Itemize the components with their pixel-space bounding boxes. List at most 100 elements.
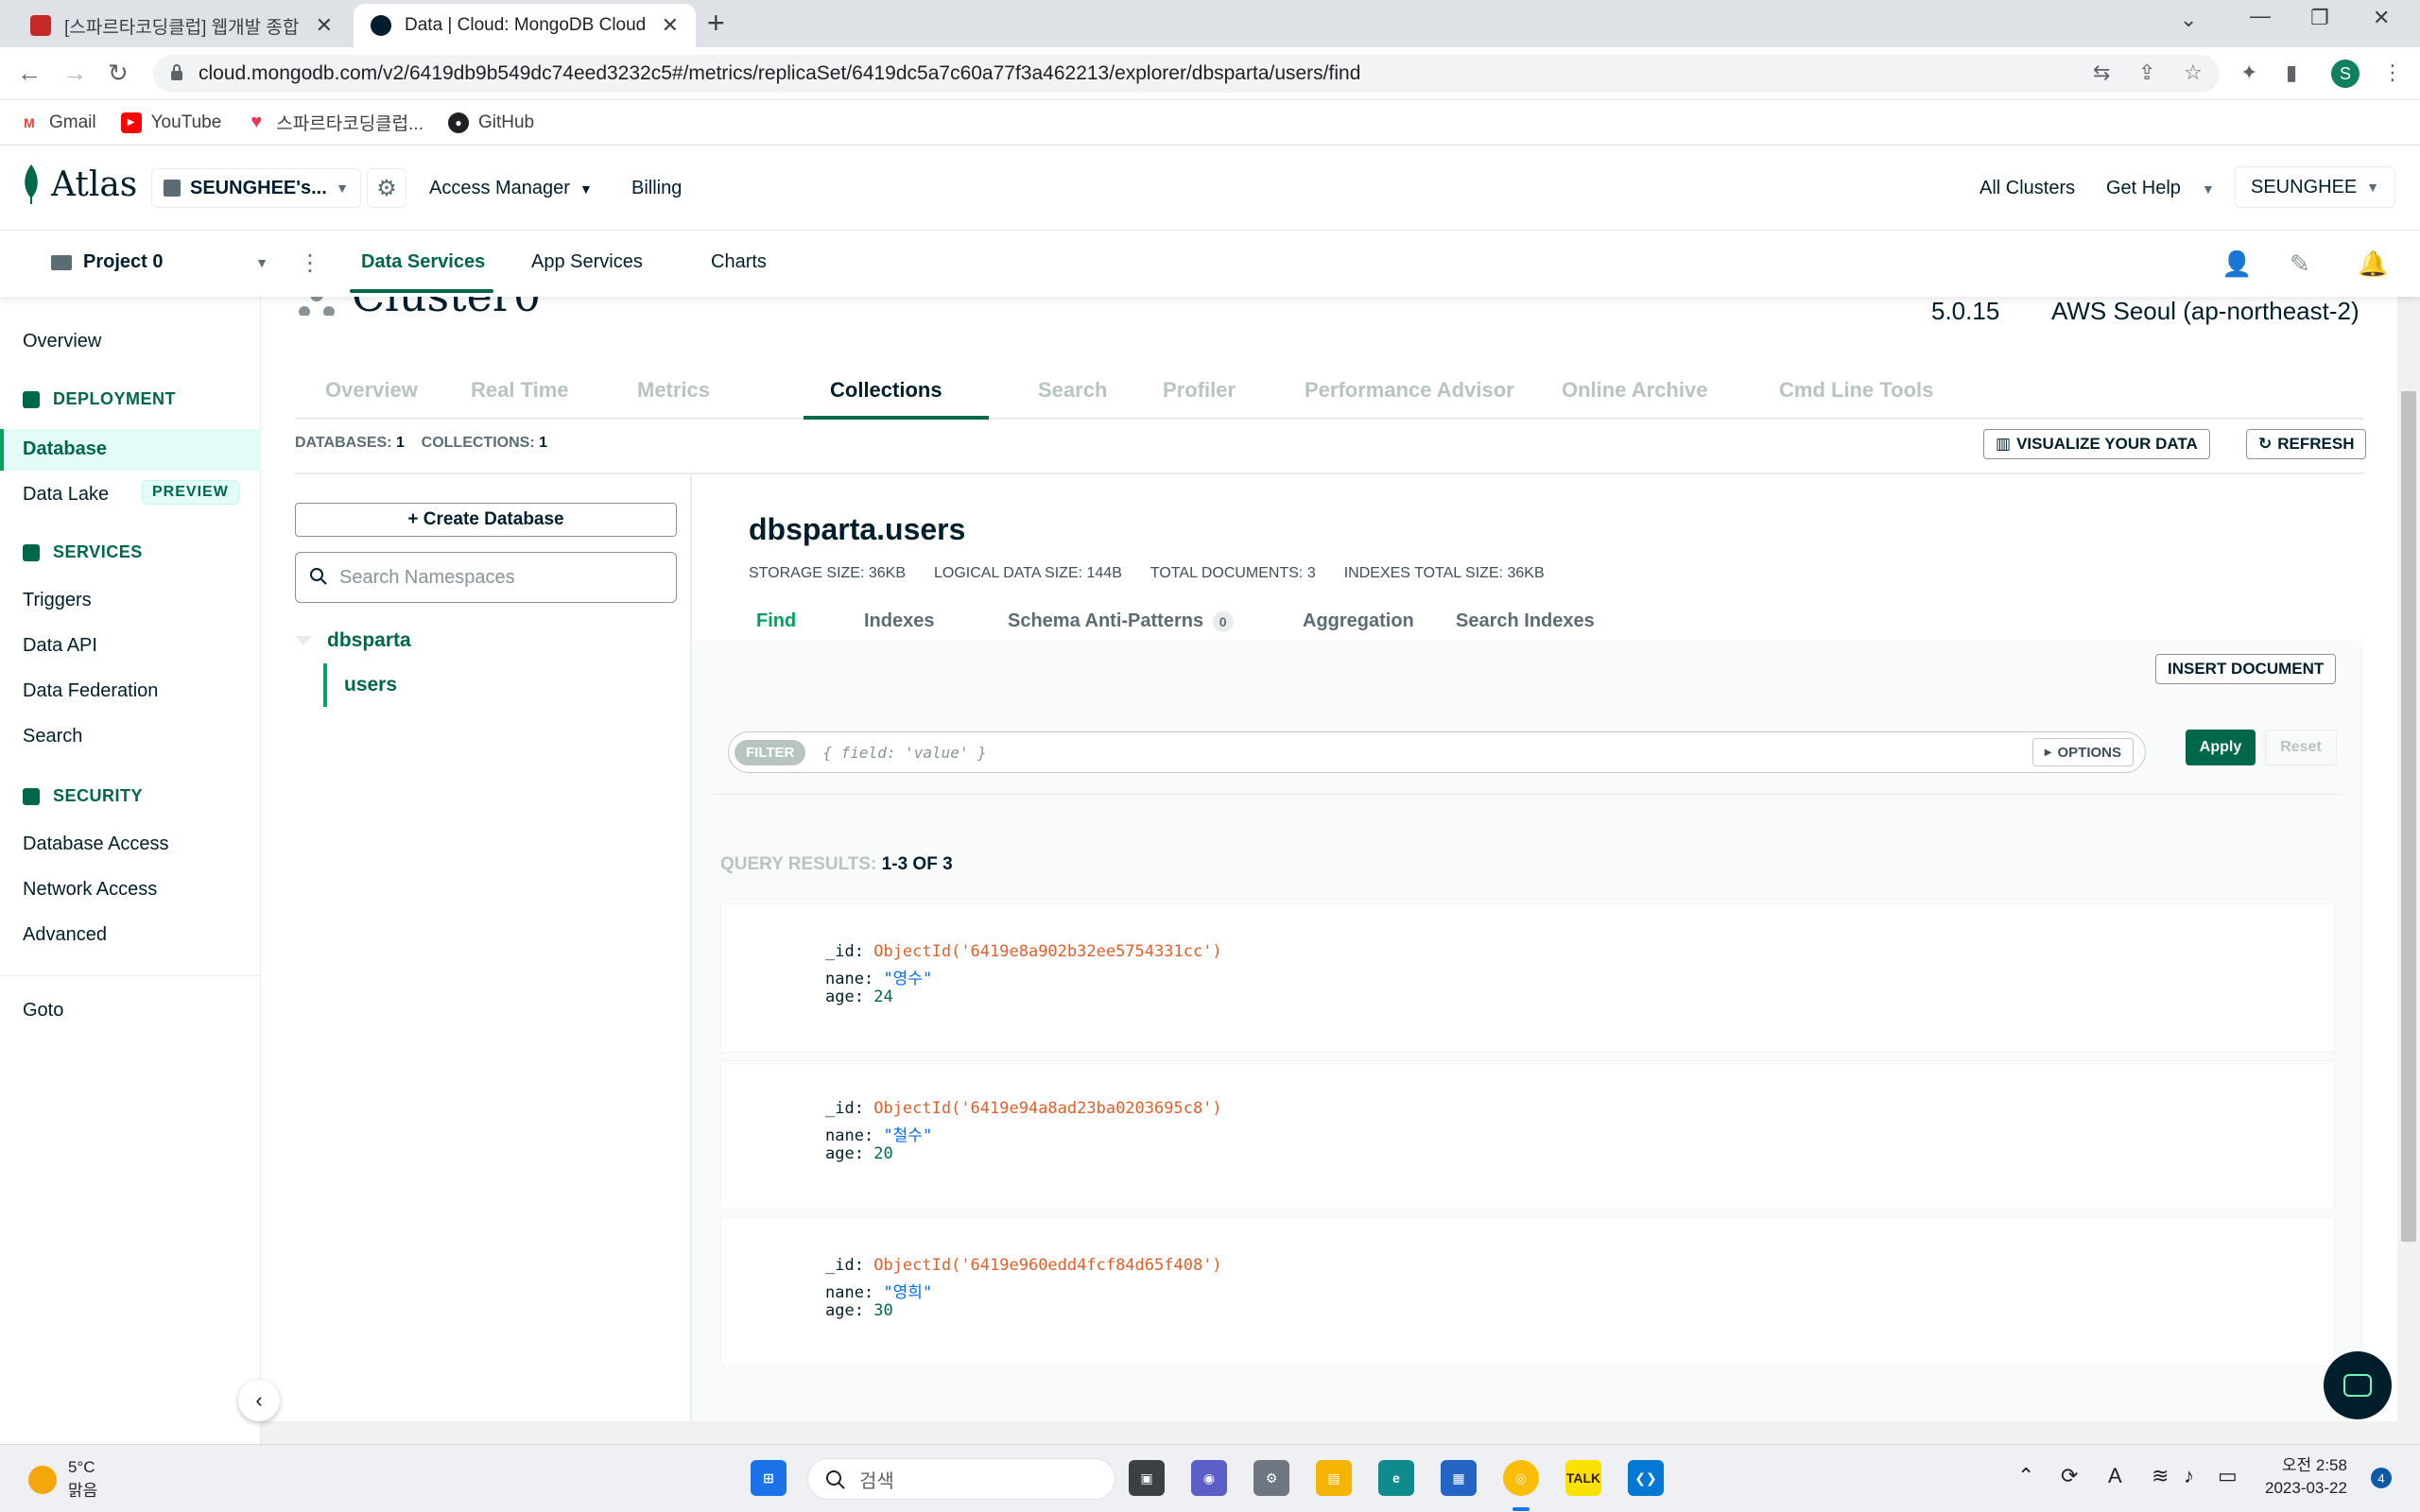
edge-browser-icon[interactable]: e (1378, 1460, 1414, 1496)
options-button[interactable]: ▶ OPTIONS (2031, 738, 2134, 766)
bookmark-gmail[interactable]: M Gmail (19, 112, 95, 133)
nav-app-services[interactable]: App Services (531, 251, 643, 273)
tab-schema-anti-patterns[interactable]: Schema Anti-Patterns 0 (1008, 610, 1234, 632)
activity-feed-icon[interactable]: ✎ (2290, 249, 2310, 279)
tab-search-indexes[interactable]: Search Indexes (1456, 610, 1595, 632)
sidebar-item-database[interactable]: Database (23, 438, 107, 460)
notification-badge[interactable]: 4 (2371, 1468, 2392, 1488)
document-card[interactable]: _id: ObjectId('6419e94a8ad23ba0203695c8'… (720, 1060, 2335, 1210)
wifi-icon[interactable]: ≋ (2152, 1464, 2169, 1488)
sidebar-item-database-access[interactable]: Database Access (23, 833, 169, 855)
address-bar[interactable]: cloud.mongodb.com/v2/6419db9b549dc74eed3… (153, 55, 2220, 93)
create-database-button[interactable]: + Create Database (295, 503, 677, 537)
minimize-icon[interactable]: — (2250, 4, 2271, 28)
settings-gear-icon[interactable]: ⚙ (1253, 1460, 1289, 1496)
tab-profiler[interactable]: Profiler (1163, 378, 1236, 403)
horizontal-scrollbar[interactable] (261, 1421, 2397, 1444)
tab-find[interactable]: Find (756, 610, 796, 632)
tab-performance-advisor[interactable]: Performance Advisor (1305, 378, 1514, 403)
user-menu[interactable]: SEUNGHEE ▼ (2235, 166, 2395, 208)
tab-online-archive[interactable]: Online Archive (1562, 378, 1707, 403)
sidebar-item-overview[interactable]: Overview (23, 331, 101, 352)
kakaotalk-icon[interactable]: TALK (1565, 1460, 1601, 1496)
file-explorer-icon[interactable]: ▤ (1316, 1460, 1352, 1496)
database-node-dbsparta[interactable]: dbsparta (295, 629, 411, 652)
reload-icon[interactable]: ↻ (108, 59, 129, 88)
nav-charts[interactable]: Charts (711, 251, 767, 273)
bookmark-star-icon[interactable]: ☆ (2184, 60, 2203, 85)
project-kebab-icon[interactable]: ⋮ (299, 249, 321, 277)
browser-tab-sparta[interactable]: [스파르타코딩클럽] 웹개발 종합 ✕ (13, 4, 350, 47)
tab-overview[interactable]: Overview (325, 378, 418, 403)
apply-button[interactable]: Apply (2186, 730, 2256, 765)
new-tab-icon[interactable]: + (707, 6, 725, 41)
atlas-logo[interactable]: Atlas (21, 164, 137, 204)
volume-icon[interactable]: ♪ (2184, 1464, 2194, 1488)
tab-search-icon[interactable]: ⌄ (2180, 8, 2197, 32)
filter-bar[interactable]: FILTER { field: 'value' } ▶ OPTIONS (728, 731, 2146, 773)
vscode-icon[interactable]: ❮❯ (1628, 1460, 1664, 1496)
sidebar-item-data-federation[interactable]: Data Federation (23, 680, 158, 702)
project-select[interactable]: Project 0 ▼ (51, 251, 268, 273)
nav-data-services[interactable]: Data Services (361, 251, 485, 273)
visualize-data-button[interactable]: ▥ VISUALIZE YOUR DATA (1983, 429, 2210, 459)
org-settings-button[interactable]: ⚙ (367, 168, 406, 208)
chevron-up-icon[interactable]: ⌃ (2017, 1464, 2034, 1488)
browser-tab-mongodb[interactable]: Data | Cloud: MongoDB Cloud ✕ (354, 4, 696, 47)
tab-indexes[interactable]: Indexes (864, 610, 934, 632)
tab-collections[interactable]: Collections (830, 378, 942, 403)
forward-icon[interactable]: → (62, 59, 87, 88)
teams-chat-icon[interactable]: ◉ (1191, 1460, 1227, 1496)
sync-icon[interactable]: ⟳ (2061, 1464, 2078, 1488)
ms-store-icon[interactable]: ▦ (1441, 1460, 1477, 1496)
scrollbar-thumb[interactable] (2401, 391, 2416, 1242)
document-card[interactable]: _id: ObjectId('6419e8a902b32ee5754331cc'… (720, 903, 2335, 1053)
billing-link[interactable]: Billing (631, 178, 682, 199)
reset-button[interactable]: Reset (2265, 730, 2337, 765)
bell-icon[interactable]: 🔔 (2358, 249, 2388, 279)
sidebar-item-data-api[interactable]: Data API (23, 635, 97, 657)
start-windows-icon[interactable]: ⊞ (751, 1460, 786, 1496)
weather-widget[interactable]: 5°C 맑음 (28, 1458, 97, 1501)
search-namespaces-input[interactable]: Search Namespaces (295, 552, 677, 603)
bookmark-github[interactable]: ● GitHub (447, 112, 534, 133)
insert-document-button[interactable]: INSERT DOCUMENT (2155, 654, 2337, 684)
tab-cmd-line-tools[interactable]: Cmd Line Tools (1779, 378, 1933, 403)
organization-select[interactable]: SEUNGHEE's... ▼ (151, 168, 361, 208)
translate-icon[interactable]: ⇆ (2093, 60, 2110, 85)
get-help-menu[interactable]: Get Help ▼ (2106, 178, 2215, 199)
sidebar-item-advanced[interactable]: Advanced (23, 924, 107, 946)
maximize-icon[interactable]: ❐ (2310, 6, 2329, 30)
close-icon[interactable]: ✕ (316, 13, 333, 38)
access-manager-menu[interactable]: Access Manager ▼ (429, 178, 593, 199)
profile-avatar[interactable]: S (2331, 60, 2360, 88)
bookmark-sparta[interactable]: ♥ 스파르타코딩클럽... (246, 110, 424, 135)
tab-search[interactable]: Search (1038, 378, 1107, 403)
battery-icon[interactable]: ▭ (2218, 1464, 2238, 1488)
tab-metrics[interactable]: Metrics (637, 378, 710, 403)
sidebar-item-network-access[interactable]: Network Access (23, 879, 157, 901)
chat-support-button[interactable] (2324, 1351, 2392, 1419)
vertical-scrollbar[interactable] (2397, 297, 2420, 1444)
back-icon[interactable]: ← (17, 59, 42, 88)
menu-kebab-icon[interactable]: ⋮ (2382, 60, 2403, 85)
collapse-sidebar-button[interactable]: ‹ (238, 1380, 280, 1421)
side-panel-icon[interactable]: ▮ (2286, 60, 2297, 85)
taskbar-clock[interactable]: 오전 2:58 2023-03-22 (2265, 1454, 2347, 1500)
sidebar-item-data-lake[interactable]: Data Lake (23, 484, 109, 506)
share-icon[interactable]: ⇪ (2138, 60, 2155, 85)
extensions-icon[interactable]: ✦ (2240, 60, 2257, 85)
bookmark-youtube[interactable]: ▶ YouTube (120, 112, 221, 133)
window-close-icon[interactable]: ✕ (2373, 6, 2390, 30)
sidebar-item-goto[interactable]: Goto (23, 1000, 63, 1022)
task-view-icon[interactable]: ▣ (1129, 1460, 1165, 1496)
tab-aggregation[interactable]: Aggregation (1303, 610, 1414, 632)
ime-icon[interactable]: A (2108, 1464, 2122, 1488)
chrome-icon[interactable]: ◎ (1503, 1460, 1539, 1496)
tab-real-time[interactable]: Real Time (471, 378, 569, 403)
refresh-button[interactable]: ↻ REFRESH (2246, 429, 2367, 459)
close-icon[interactable]: ✕ (662, 13, 679, 38)
invite-user-icon[interactable]: 👤 (2221, 249, 2252, 279)
sidebar-item-search[interactable]: Search (23, 726, 82, 747)
taskbar-search[interactable]: 검색 (807, 1458, 1115, 1500)
